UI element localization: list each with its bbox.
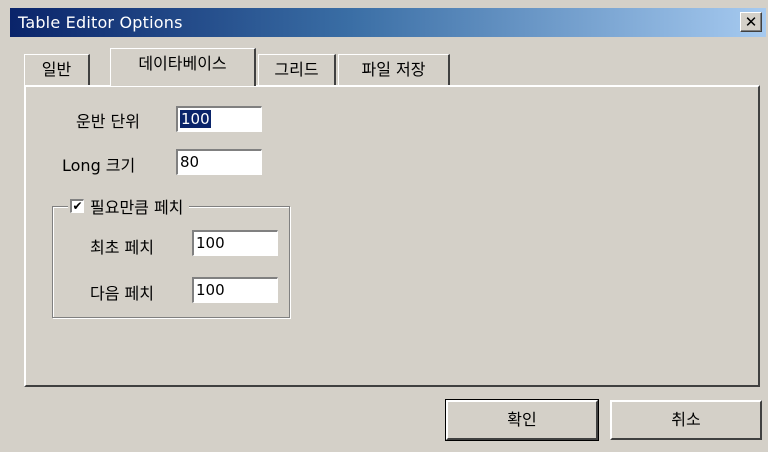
first-fetch-label: 최초 페치 — [90, 238, 154, 257]
tab-grid-label: 그리드 — [274, 60, 319, 79]
ok-button[interactable]: 확인 — [445, 399, 599, 441]
close-icon: ✕ — [744, 13, 758, 31]
transfer-unit-label: 운반 단위 — [76, 112, 140, 131]
tab-database[interactable]: 데이타베이스 — [110, 48, 256, 86]
tab-file-save-label: 파일 저장 — [361, 60, 426, 79]
first-fetch-value: 100 — [196, 234, 225, 252]
tab-general[interactable]: 일반 — [24, 54, 90, 86]
tab-database-label: 데이타베이스 — [138, 54, 227, 73]
long-size-input[interactable]: 80 — [176, 149, 262, 175]
transfer-unit-input[interactable]: 100 — [176, 106, 262, 132]
title-bar[interactable]: Table Editor Options ✕ — [10, 8, 766, 37]
checkmark-icon: ✔ — [72, 199, 83, 213]
tab-grid[interactable]: 그리드 — [258, 54, 336, 86]
window-title: Table Editor Options — [18, 13, 183, 32]
close-button[interactable]: ✕ — [740, 12, 762, 32]
tab-file-save[interactable]: 파일 저장 — [338, 54, 450, 86]
transfer-unit-value: 100 — [180, 110, 211, 128]
tab-general-label: 일반 — [41, 60, 72, 79]
long-size-label: Long 크기 — [62, 156, 136, 175]
next-fetch-label: 다음 페치 — [90, 284, 154, 303]
next-fetch-value: 100 — [196, 281, 225, 299]
fetch-as-needed-checkbox-row[interactable]: ✔ 필요만큼 페치 — [68, 194, 190, 218]
fetch-as-needed-checkbox[interactable]: ✔ — [70, 199, 84, 213]
cancel-button[interactable]: 취소 — [610, 400, 762, 440]
long-size-value: 80 — [180, 153, 200, 171]
first-fetch-input[interactable]: 100 — [192, 230, 278, 256]
next-fetch-input[interactable]: 100 — [192, 277, 278, 303]
ok-button-label: 확인 — [507, 410, 537, 429]
cancel-button-label: 취소 — [671, 410, 701, 429]
fetch-as-needed-label: 필요만큼 페치 — [90, 198, 184, 217]
